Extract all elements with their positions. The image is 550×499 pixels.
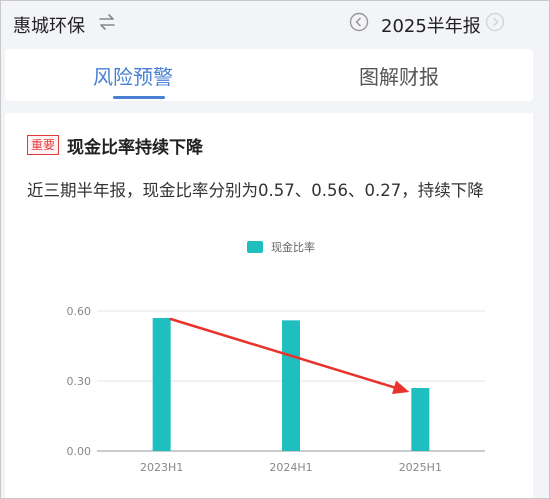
y-tick-label: 0.30 — [67, 375, 92, 388]
y-tick-label: 0.00 — [67, 445, 92, 458]
active-tab-indicator — [113, 96, 165, 99]
legend-label: 现金比率 — [271, 240, 315, 254]
risk-card: 重要 现金比率持续下降 近三期半年报，现金比率分别为0.57、0.56、0.27… — [5, 113, 533, 498]
arrow-head — [391, 380, 410, 395]
swap-icon[interactable] — [97, 12, 117, 32]
tab-bar: 风险预警 图解财报 — [5, 49, 533, 101]
chart-legend[interactable]: 现金比率 — [247, 240, 315, 254]
period-label[interactable]: 2025半年报 — [381, 12, 481, 38]
y-axis-labels: 0.00 0.30 0.60 — [67, 305, 92, 458]
chevron-left-icon[interactable] — [349, 12, 369, 32]
y-tick-label: 0.60 — [67, 305, 92, 318]
x-tick-label: 2023H1 — [140, 461, 183, 474]
tab-financial-charts[interactable]: 图解财报 — [359, 61, 439, 90]
chevron-right-icon[interactable] — [485, 12, 505, 32]
x-axis-labels: 2023H1 2024H1 2025H1 — [140, 461, 442, 474]
cash-ratio-chart: 现金比率 0.00 0.30 0.60 2023H1 2024H1 2025H1 — [67, 240, 485, 474]
tab-risk-warning[interactable]: 风险预警 — [93, 61, 173, 90]
legend-swatch — [247, 241, 263, 253]
x-tick-label: 2024H1 — [269, 461, 312, 474]
x-tick-label: 2025H1 — [399, 461, 442, 474]
app-frame: 惠城环保 2025半年报 风险预警 图解财报 重要 现金比率持续下降 近三期半年… — [0, 0, 550, 499]
bar-2024H1 — [282, 320, 300, 451]
bar-2023H1 — [152, 318, 171, 451]
company-name[interactable]: 惠城环保 — [13, 12, 85, 38]
top-bar: 惠城环保 2025半年报 — [1, 1, 549, 49]
importance-badge: 重要 — [27, 135, 60, 155]
bar-2025H1 — [411, 388, 430, 451]
risk-description: 近三期半年报，现金比率分别为0.57、0.56、0.27，持续下降 — [27, 181, 484, 200]
risk-title: 现金比率持续下降 — [67, 138, 203, 158]
